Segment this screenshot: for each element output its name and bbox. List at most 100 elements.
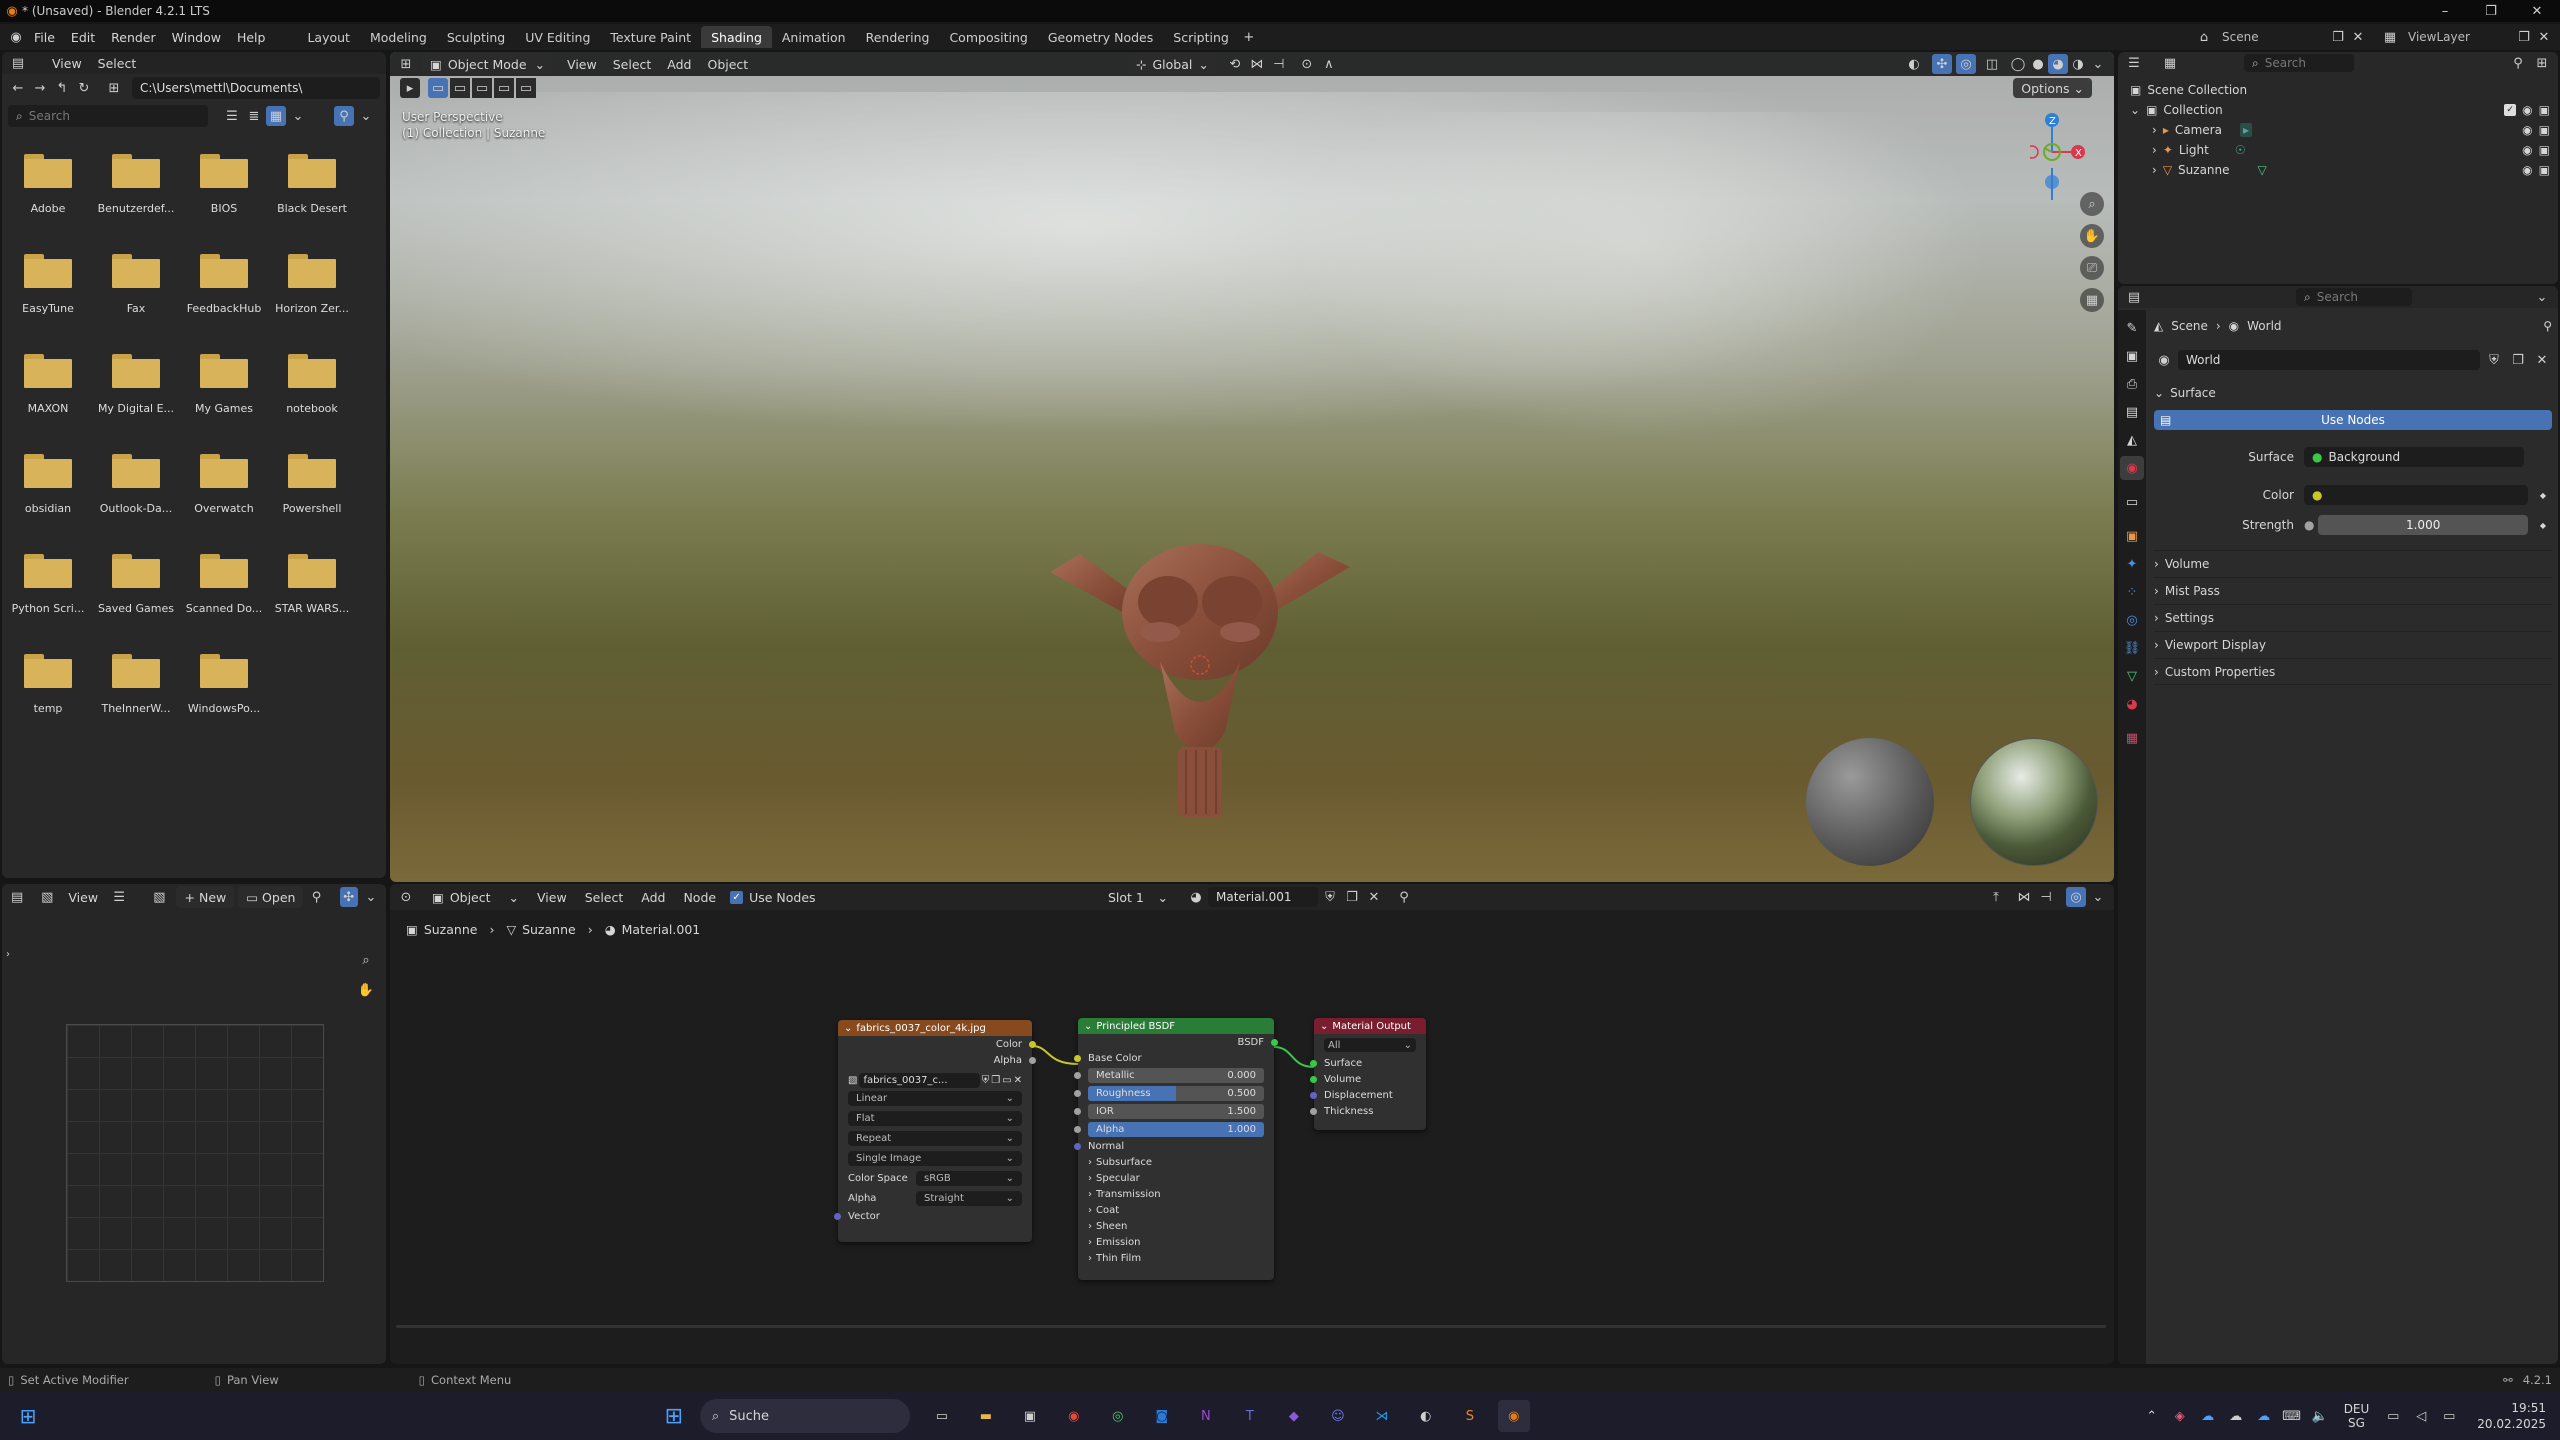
suzanne-mesh[interactable] [1050, 492, 1350, 872]
tray-app-icon[interactable]: ◈ [2170, 1406, 2190, 1426]
options-dropdown[interactable]: Options ⌄ [2013, 78, 2092, 98]
panel-mist-pass[interactable]: › Mist Pass [2154, 577, 2552, 604]
select-extend-icon[interactable]: ▭ [450, 78, 470, 98]
folder-item[interactable]: Fax [92, 248, 180, 330]
tool-settings-icon[interactable]: ▸ [400, 78, 420, 98]
tree-item-light[interactable]: › ✦ Light ☉ ◉ ▣ [2118, 140, 2558, 160]
panel-settings[interactable]: › Settings [2154, 604, 2552, 631]
collapse-icon[interactable]: ⌄ [844, 1023, 852, 1034]
output-node-header[interactable]: ⌄ Material Output [1314, 1018, 1426, 1034]
folder-item[interactable]: My Digital E... [92, 348, 180, 430]
panel-emission[interactable]: › Emission [1078, 1234, 1274, 1250]
editor-type-icon[interactable]: ▤ [8, 887, 26, 907]
proportional-edit-icon[interactable]: ⊙ [1297, 54, 1317, 74]
new-collection-icon[interactable]: ⊞ [2532, 53, 2552, 73]
world-name-field[interactable]: World [2178, 350, 2480, 370]
terminal-icon[interactable]: ▣ [1014, 1400, 1046, 1432]
object-tab-icon[interactable]: ▣ [2120, 524, 2144, 548]
tab-rendering[interactable]: Rendering [856, 30, 940, 45]
camera-view-icon[interactable]: ⎚ [2080, 256, 2104, 280]
vp-menu-object[interactable]: Object [699, 57, 756, 72]
tab-texture-paint[interactable]: Texture Paint [600, 30, 701, 45]
tray-chevron-up-icon[interactable]: ⌃ [2142, 1406, 2162, 1426]
pin-icon[interactable]: ⚲ [307, 887, 325, 907]
fb-menu-select[interactable]: Select [90, 56, 145, 71]
constraints-tab-icon[interactable]: ⛓ [2120, 636, 2144, 660]
world-browse-icon[interactable]: ◉ [2154, 350, 2174, 370]
editor-type-icon[interactable]: ☰ [2124, 53, 2144, 73]
minimize-icon[interactable]: – [2422, 1, 2468, 21]
panel-coat[interactable]: › Coat [1078, 1202, 1274, 1218]
eye-icon[interactable]: ◉ [2522, 103, 2532, 117]
alpha-mode-dropdown[interactable]: Straight ⌄ [916, 1190, 1022, 1206]
tab-compositing[interactable]: Compositing [939, 30, 1037, 45]
menu-render[interactable]: Render [103, 30, 164, 45]
folder-item[interactable]: My Games [180, 348, 268, 430]
material-shading-icon[interactable]: ◕ [2048, 54, 2068, 74]
texture-tab-icon[interactable]: ▦ [2120, 726, 2144, 750]
menu-file[interactable]: File [26, 30, 63, 45]
panel-custom-properties[interactable]: › Custom Properties [2154, 658, 2552, 685]
volume-input-socket[interactable] [1310, 1075, 1317, 1083]
solid-shading-icon[interactable]: ● [2028, 54, 2048, 74]
folder-item[interactable]: WindowsPo... [180, 648, 268, 730]
image-browse-icon[interactable]: ▧ [848, 1075, 857, 1086]
parent-dir-icon[interactable]: ↰ [52, 78, 72, 98]
folder-item[interactable]: STAR WARS... [268, 548, 356, 630]
windows-start-center-icon[interactable]: ⊞ [654, 1404, 694, 1429]
clock[interactable]: 19:51 20.02.2025 [2477, 1400, 2546, 1432]
select-subtract-icon[interactable]: ▭ [472, 78, 492, 98]
tree-scene-collection[interactable]: ▣ Scene Collection [2118, 80, 2558, 100]
keyframe-dot-icon[interactable]: ◆ [2540, 521, 2546, 530]
color-space-dropdown[interactable]: sRGB ⌄ [916, 1170, 1022, 1186]
material-output-node[interactable]: ⌄ Material Output All ⌄ Surface Volume Dis… [1310, 1018, 1426, 1130]
delete-view-layer-icon[interactable]: ✕ [2534, 27, 2554, 47]
surface-panel-header[interactable]: ⌄ Surface [2154, 380, 2552, 406]
folder-item[interactable]: Saved Games [92, 548, 180, 630]
eye-icon[interactable]: ◉ [2522, 163, 2532, 177]
onedrive-icon[interactable]: ☁ [2198, 1406, 2218, 1426]
tool-tab-icon[interactable]: ✎ [2120, 316, 2144, 340]
metallic-slider[interactable]: Metallic 0.000 [1088, 1067, 1264, 1083]
include-checkbox[interactable]: ✓ [2504, 104, 2517, 116]
panel-thin-film[interactable]: › Thin Film [1078, 1250, 1274, 1266]
options-dropdown-icon[interactable]: ⌄ [2532, 287, 2552, 307]
panel-sheen[interactable]: › Sheen [1078, 1218, 1274, 1234]
sublime-icon[interactable]: S [1454, 1400, 1486, 1432]
keyboard-icon[interactable]: ⌨ [2282, 1406, 2302, 1426]
physics-tab-icon[interactable]: ◎ [2120, 608, 2144, 632]
path-input[interactable]: C:\Users\mettl\Documents\ [132, 77, 380, 99]
snap-target-icon[interactable]: ⊣ [1269, 54, 1289, 74]
folder-item[interactable]: Black Desert [268, 148, 356, 230]
metallic-socket[interactable] [1074, 1071, 1081, 1079]
teams-icon[interactable]: T [1234, 1400, 1266, 1432]
sort-dropdown-icon[interactable]: ⌄ [288, 106, 308, 126]
overlay-icon[interactable]: ◎ [1956, 54, 1976, 74]
vp-menu-view[interactable]: View [559, 57, 605, 72]
output-tab-icon[interactable]: ⎙ [2120, 372, 2144, 396]
xray-icon[interactable]: ◫ [1982, 54, 2002, 74]
bsdf-output-socket[interactable] [1271, 1038, 1278, 1046]
tree-item-camera[interactable]: › ▸ Camera ▸ ◉ ▣ [2118, 120, 2558, 140]
use-nodes-button[interactable]: ▤ Use Nodes [2154, 410, 2552, 430]
folder-item[interactable]: BIOS [180, 148, 268, 230]
vector-input-socket[interactable] [834, 1212, 841, 1220]
view-layer-selector[interactable]: ViewLayer [2400, 26, 2510, 48]
surface-input-socket[interactable] [1310, 1059, 1317, 1067]
eye-icon[interactable]: ◉ [2522, 143, 2532, 157]
camera-render-icon[interactable]: ▣ [2539, 143, 2550, 157]
tree-collection[interactable]: ⌄ ▣ Collection ✓ ◉ ▣ [2118, 100, 2558, 120]
discord-icon[interactable]: ☺ [1322, 1400, 1354, 1432]
duplicate-icon[interactable]: ❐ [991, 1075, 1000, 1086]
render-tab-icon[interactable]: ▣ [2120, 344, 2144, 368]
world-tab-icon[interactable]: ◉ [2120, 456, 2144, 480]
list-vertical-icon[interactable]: ☰ [222, 106, 242, 126]
panel-viewport-display[interactable]: › Viewport Display [2154, 631, 2552, 658]
scene-icon[interactable]: ⌂ [2194, 27, 2214, 47]
base-color-socket[interactable] [1074, 1054, 1081, 1062]
fake-user-icon[interactable]: ⛨ [982, 1075, 990, 1086]
perspective-toggle-icon[interactable]: ▦ [2080, 288, 2104, 312]
new-view-layer-icon[interactable]: ❐ [2514, 27, 2534, 47]
blender-menu-icon[interactable]: ◉ [6, 27, 26, 47]
fb-menu-view[interactable]: View [44, 56, 90, 71]
